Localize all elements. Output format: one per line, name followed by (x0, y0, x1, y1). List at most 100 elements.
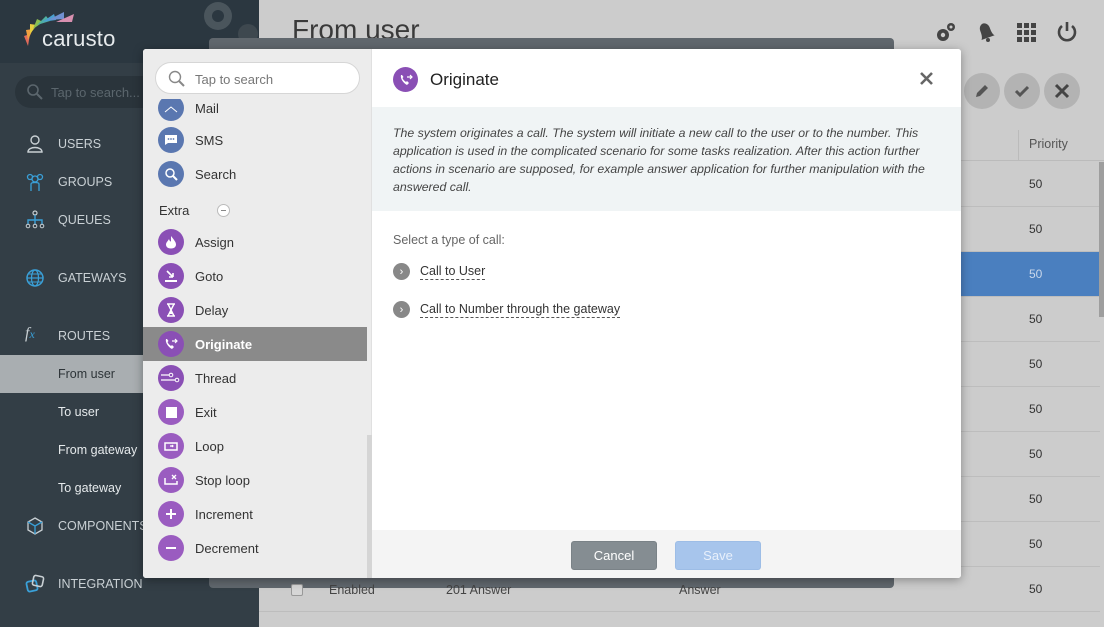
save-button[interactable]: Save (675, 541, 761, 570)
palette-item-label: Delay (195, 303, 229, 318)
bell-icon[interactable] (974, 20, 998, 44)
palette-search-input[interactable]: Tap to search (155, 62, 360, 94)
palette-item-label: Thread (195, 371, 237, 386)
hourglass-icon (158, 297, 184, 323)
sidebar-sub-label: To gateway (58, 481, 122, 495)
queue-icon (25, 210, 45, 229)
option-label[interactable]: Call to User (420, 264, 486, 280)
edit-button[interactable] (964, 73, 1000, 109)
thread-icon (158, 365, 184, 391)
search-icon (158, 161, 184, 187)
palette-item-label: SMS (195, 133, 224, 148)
palette-item-label: Decrement (195, 541, 259, 556)
priority-cell: 50 (1029, 447, 1043, 461)
modal-content: Originate The system originates a call. … (372, 49, 961, 578)
fx-icon: fx (25, 325, 35, 342)
stop-icon (158, 399, 184, 425)
sidebar-item-label: ROUTES (58, 329, 111, 343)
palette-item-delay[interactable]: Delay (143, 293, 367, 327)
priority-cell: 50 (1029, 402, 1043, 416)
chevron-right-icon: › (393, 263, 410, 280)
logo-text: carusto (42, 26, 116, 51)
flame-icon (158, 229, 184, 255)
check-icon (1014, 85, 1030, 98)
palette-list: Mail SMS Search Extra Assign Goto Delay … (143, 99, 372, 578)
priority-cell: 50 (1029, 537, 1043, 551)
modal-header: Originate (372, 49, 961, 107)
section-label: Extra (159, 203, 190, 218)
palette-item-label: Mail (195, 101, 219, 116)
option-label[interactable]: Call to Number through the gateway (420, 302, 621, 318)
palette-item-search[interactable]: Search (143, 157, 367, 191)
settings-gears-icon[interactable] (934, 20, 958, 44)
priority-cell: 50 (1029, 312, 1043, 326)
table-scrollbar[interactable] (1099, 162, 1104, 317)
sidebar-search-placeholder: Tap to search... (51, 85, 140, 100)
palette-item-label: Stop loop (195, 473, 250, 488)
sidebar-sub-label: From gateway (58, 443, 138, 457)
column-header-priority[interactable]: Priority (1029, 137, 1068, 151)
palette-item-increment[interactable]: Increment (143, 497, 367, 531)
palette-item-mail[interactable]: Mail (143, 99, 367, 125)
sidebar-sub-label: To user (58, 405, 99, 419)
palette-item-exit[interactable]: Exit (143, 395, 367, 429)
application-cell: Answer (679, 583, 721, 597)
integration-icon (25, 574, 45, 593)
confirm-button[interactable] (1004, 73, 1040, 109)
palette-item-label: Search (195, 167, 237, 182)
palette-item-label: Goto (195, 269, 224, 284)
priority-cell: 50 (1029, 267, 1043, 281)
palette-item-originate[interactable]: Originate (143, 327, 367, 361)
sidebar-item-label: INTEGRATION (58, 577, 143, 591)
cube-icon (27, 517, 43, 535)
palette-item-label: Exit (195, 405, 217, 420)
search-icon (27, 84, 43, 100)
collapse-icon[interactable] (217, 204, 230, 217)
search-icon (168, 70, 185, 87)
palette-item-thread[interactable]: Thread (143, 361, 367, 395)
chevron-right-icon: › (393, 301, 410, 318)
user-icon (27, 135, 43, 153)
palette-item-loop[interactable]: Loop (143, 429, 367, 463)
phone-forward-icon (158, 331, 184, 357)
modal-close-button[interactable] (920, 69, 933, 90)
sidebar-item-label: COMPONENTS (58, 519, 148, 533)
palette-section-extra[interactable]: Extra (159, 203, 230, 218)
stop-loop-icon (158, 467, 184, 493)
palette-item-label: Increment (195, 507, 253, 522)
priority-cell: 50 (1029, 357, 1043, 371)
call-type-label: Select a type of call: (393, 233, 505, 247)
priority-cell: 50 (1029, 582, 1043, 596)
minus-icon (158, 535, 184, 561)
discard-button[interactable] (1044, 73, 1080, 109)
cancel-button[interactable]: Cancel (571, 541, 657, 570)
priority-cell: 50 (1029, 492, 1043, 506)
power-icon[interactable] (1055, 20, 1079, 44)
palette-item-stop-loop[interactable]: Stop loop (143, 463, 367, 497)
status-cell: Enabled (329, 583, 375, 597)
originate-modal: Tap to search Mail SMS Search Extra Assi… (143, 49, 961, 578)
row-checkbox[interactable] (291, 584, 303, 596)
column-separator (1018, 130, 1019, 160)
plus-icon (158, 501, 184, 527)
modal-footer: Cancel Save (372, 530, 961, 578)
application-palette: Tap to search Mail SMS Search Extra Assi… (143, 49, 372, 578)
priority-cell: 50 (1029, 177, 1043, 191)
priority-cell: 50 (1029, 222, 1043, 236)
gear-decoration-icon (198, 0, 259, 40)
group-icon (26, 173, 44, 191)
palette-item-decrement[interactable]: Decrement (143, 531, 367, 565)
call-type-section: Select a type of call: › Call to User › … (393, 233, 621, 318)
modal-description: The system originates a call. The system… (372, 107, 961, 211)
apps-grid-icon[interactable] (1014, 20, 1038, 44)
palette-item-assign[interactable]: Assign (143, 225, 367, 259)
phone-forward-icon (393, 67, 418, 92)
sidebar-item-label: USERS (58, 137, 102, 151)
palette-item-label: Originate (195, 337, 253, 352)
goto-icon (158, 263, 184, 289)
palette-item-goto[interactable]: Goto (143, 259, 367, 293)
palette-item-sms[interactable]: SMS (143, 123, 367, 157)
close-icon (1054, 83, 1070, 99)
palette-item-label: Assign (195, 235, 235, 250)
globe-icon (26, 269, 44, 287)
